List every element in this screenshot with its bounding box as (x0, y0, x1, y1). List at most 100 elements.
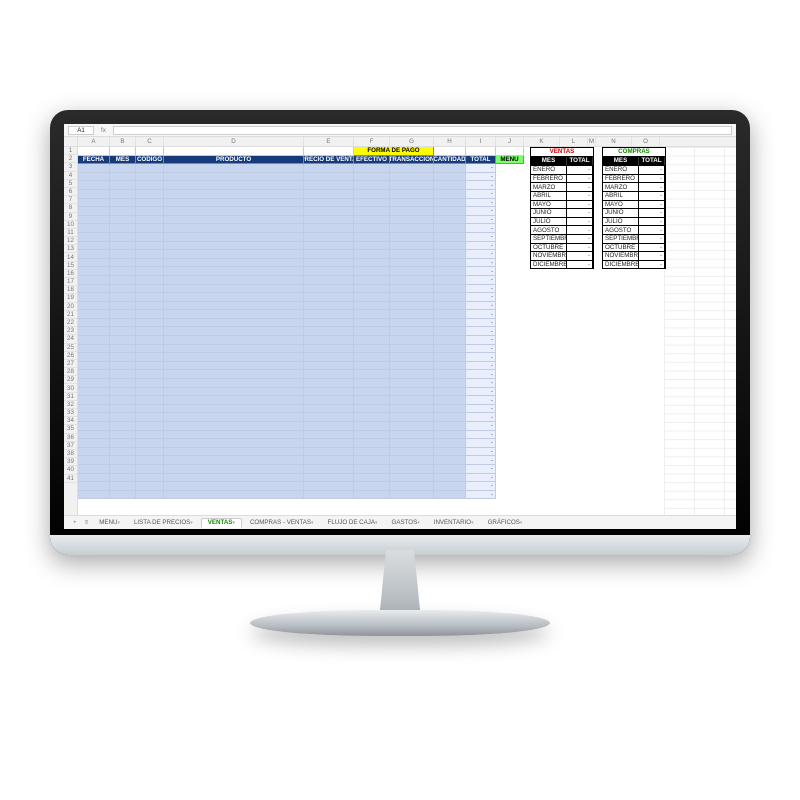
total-cell[interactable]: - (466, 413, 496, 422)
total-cell[interactable]: - (466, 216, 496, 225)
month-total-cell[interactable]: - (639, 260, 665, 269)
data-cell[interactable] (354, 319, 390, 328)
data-cell[interactable] (304, 199, 354, 208)
data-cell[interactable] (434, 250, 466, 259)
data-cell[interactable] (390, 242, 434, 251)
data-cell[interactable] (110, 353, 136, 362)
data-cell[interactable] (390, 345, 434, 354)
empty-cell[interactable] (78, 147, 110, 156)
total-cell[interactable]: - (466, 422, 496, 431)
data-cell[interactable] (78, 293, 110, 302)
data-cell[interactable] (110, 413, 136, 422)
month-cell[interactable]: MAYO (531, 200, 567, 209)
total-cell[interactable]: - (466, 181, 496, 190)
row-header-15[interactable]: 15 (64, 262, 77, 270)
data-cell[interactable] (78, 345, 110, 354)
column-header-O[interactable]: O (632, 137, 660, 146)
column-header-J[interactable]: J (496, 137, 524, 146)
month-cell[interactable]: SEPTIEMBRE (531, 234, 567, 243)
data-cell[interactable] (354, 164, 390, 173)
row-header-25[interactable]: 25 (64, 344, 77, 352)
month-total-cell[interactable]: - (567, 174, 593, 183)
total-cell[interactable]: - (466, 276, 496, 285)
data-cell[interactable] (304, 431, 354, 440)
row-header-20[interactable]: 20 (64, 303, 77, 311)
data-cell[interactable] (434, 370, 466, 379)
data-cell[interactable] (164, 173, 304, 182)
data-cell[interactable] (434, 267, 466, 276)
data-cell[interactable] (304, 353, 354, 362)
data-cell[interactable] (164, 362, 304, 371)
data-cell[interactable] (164, 233, 304, 242)
row-header-23[interactable]: 23 (64, 327, 77, 335)
data-cell[interactable] (78, 327, 110, 336)
data-cell[interactable] (164, 285, 304, 294)
data-cell[interactable] (304, 259, 354, 268)
data-cell[interactable] (304, 422, 354, 431)
data-cell[interactable] (78, 456, 110, 465)
data-cell[interactable] (304, 181, 354, 190)
data-cell[interactable] (390, 405, 434, 414)
data-cell[interactable] (354, 233, 390, 242)
column-header-N[interactable]: N (596, 137, 632, 146)
data-cell[interactable] (136, 293, 164, 302)
data-cell[interactable] (110, 336, 136, 345)
data-cell[interactable] (390, 362, 434, 371)
data-cell[interactable] (304, 465, 354, 474)
month-cell[interactable]: DICIEMBRE (603, 260, 639, 269)
data-cell[interactable] (110, 379, 136, 388)
data-cell[interactable] (354, 259, 390, 268)
data-cell[interactable] (78, 302, 110, 311)
row-header-18[interactable]: 18 (64, 286, 77, 294)
total-cell[interactable]: - (466, 388, 496, 397)
data-cell[interactable] (304, 242, 354, 251)
data-cell[interactable] (136, 181, 164, 190)
data-cell[interactable] (164, 207, 304, 216)
column-header-C[interactable]: C (136, 137, 164, 146)
data-cell[interactable] (164, 164, 304, 173)
data-cell[interactable] (434, 362, 466, 371)
month-total-cell[interactable]: - (567, 234, 593, 243)
data-cell[interactable] (304, 319, 354, 328)
data-cell[interactable] (304, 456, 354, 465)
total-cell[interactable]: - (466, 242, 496, 251)
data-cell[interactable] (110, 224, 136, 233)
empty-cell[interactable] (304, 147, 354, 156)
data-cell[interactable] (304, 310, 354, 319)
data-cell[interactable] (390, 259, 434, 268)
row-header-17[interactable]: 17 (64, 278, 77, 286)
data-cell[interactable] (354, 491, 390, 500)
data-cell[interactable] (78, 319, 110, 328)
month-cell[interactable]: JULIO (603, 217, 639, 226)
total-cell[interactable]: - (466, 448, 496, 457)
data-cell[interactable] (164, 379, 304, 388)
data-cell[interactable] (304, 362, 354, 371)
data-cell[interactable] (354, 456, 390, 465)
row-header-41[interactable]: 41 (64, 475, 77, 483)
data-cell[interactable] (136, 422, 164, 431)
data-cell[interactable] (354, 353, 390, 362)
data-cell[interactable] (434, 276, 466, 285)
data-cell[interactable] (110, 199, 136, 208)
data-cell[interactable] (136, 216, 164, 225)
month-cell[interactable]: MARZO (531, 182, 567, 191)
month-cell[interactable]: JUNIO (531, 208, 567, 217)
data-cell[interactable] (354, 302, 390, 311)
data-cell[interactable] (78, 250, 110, 259)
data-cell[interactable] (354, 388, 390, 397)
data-cell[interactable] (390, 336, 434, 345)
data-cell[interactable] (136, 405, 164, 414)
data-cell[interactable] (136, 379, 164, 388)
data-cell[interactable] (354, 173, 390, 182)
data-cell[interactable] (390, 233, 434, 242)
total-cell[interactable]: - (466, 164, 496, 173)
data-cell[interactable] (136, 207, 164, 216)
data-cell[interactable] (434, 345, 466, 354)
data-cell[interactable] (390, 276, 434, 285)
data-cell[interactable] (164, 439, 304, 448)
data-cell[interactable] (78, 362, 110, 371)
data-cell[interactable] (78, 405, 110, 414)
row-header-9[interactable]: 9 (64, 213, 77, 221)
data-cell[interactable] (110, 405, 136, 414)
data-cell[interactable] (136, 413, 164, 422)
